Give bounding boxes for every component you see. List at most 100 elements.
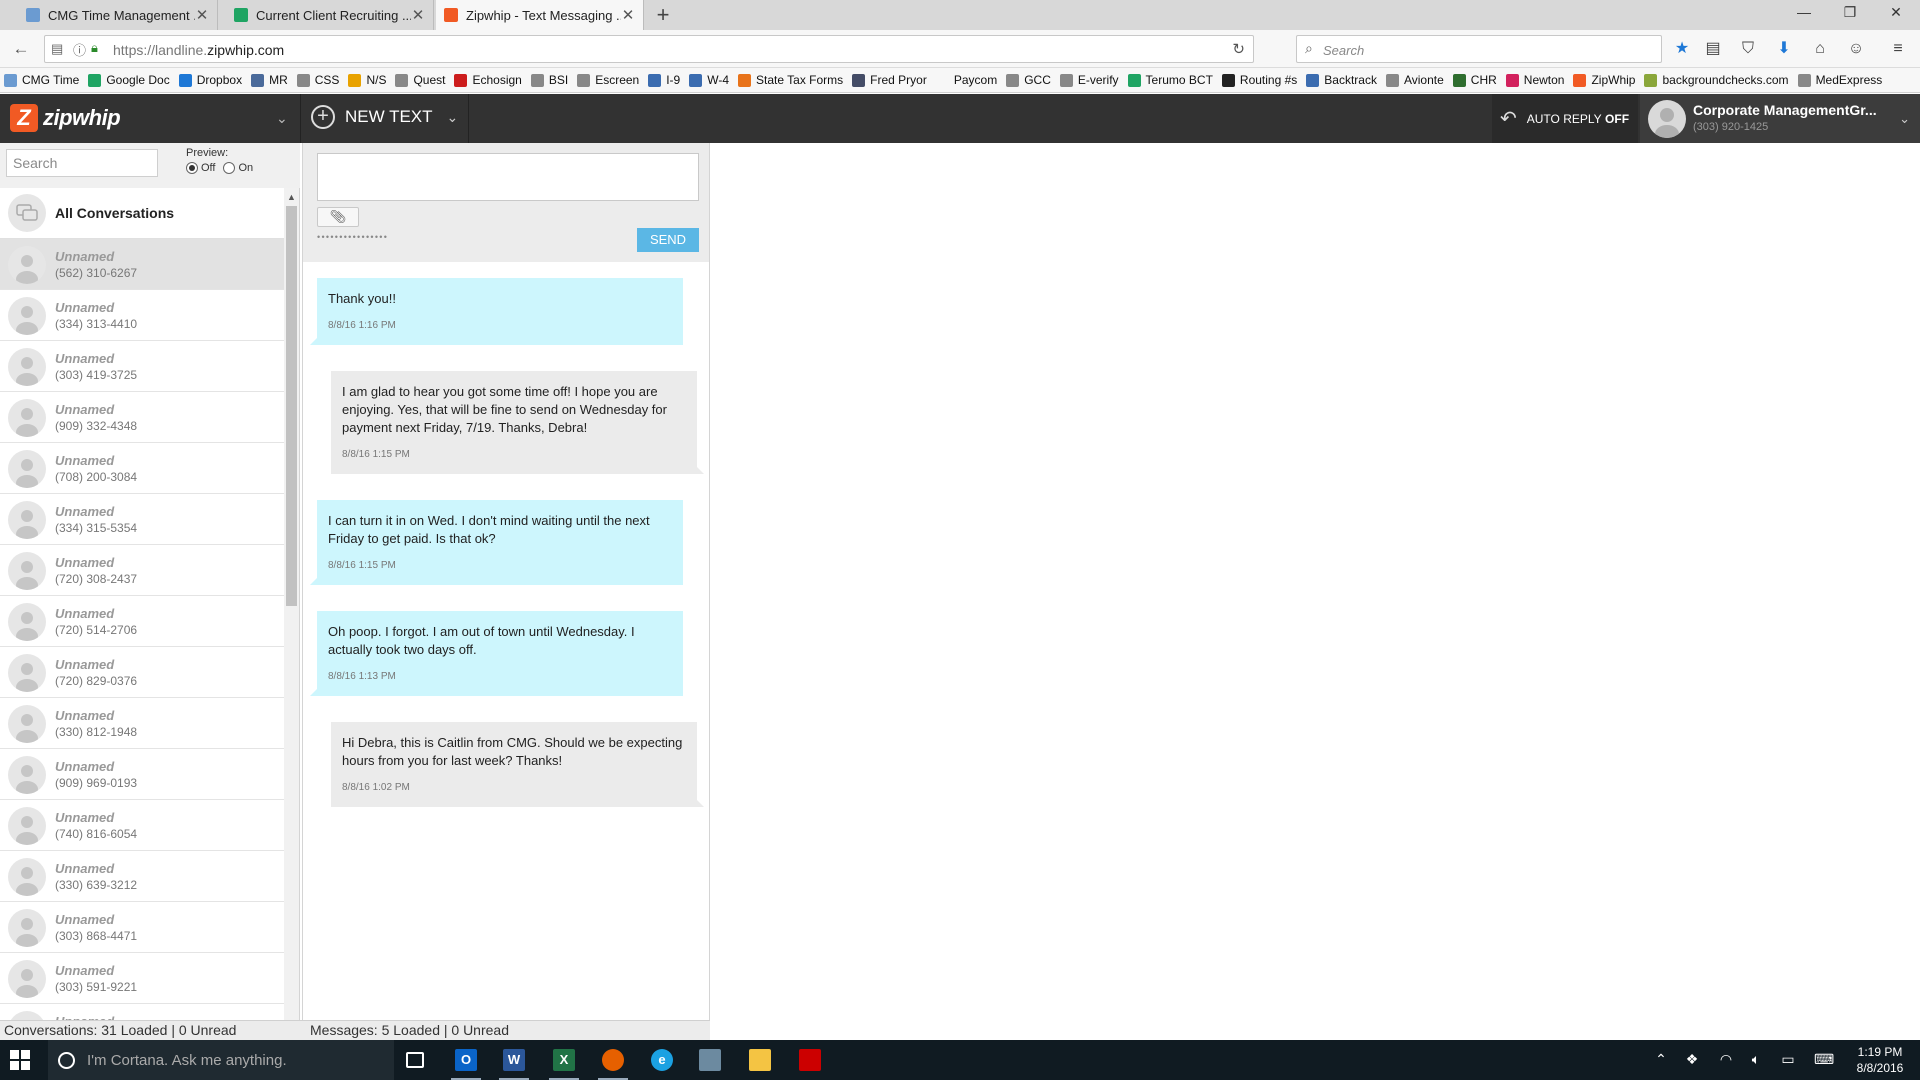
conversation-item[interactable]: Unnamed (740) 816-6054	[0, 800, 284, 851]
chevron-down-icon[interactable]: ⌄	[276, 110, 288, 127]
bookmark-item[interactable]: Routing #s	[1221, 73, 1297, 87]
notifications-icon[interactable]: ▭	[1778, 1051, 1798, 1068]
cortana-search[interactable]: I'm Cortana. Ask me anything.	[48, 1040, 394, 1080]
conversation-scrollbar[interactable]: ▲ ▼	[284, 188, 299, 1040]
account-menu[interactable]: Corporate ManagementGr... (303) 920-1425…	[1640, 94, 1920, 143]
bookmark-item[interactable]: Terumo BCT	[1127, 73, 1213, 87]
conversation-item[interactable]: Unnamed (720) 514-2706	[0, 596, 284, 647]
browser-search-box[interactable]: ⌕ Search	[1296, 35, 1662, 63]
conversation-item[interactable]: Unnamed (330) 812-1948	[0, 698, 284, 749]
tab-cmg-time[interactable]: CMG Time Management ... ✕	[18, 0, 218, 30]
conversation-item[interactable]: Unnamed (708) 200-3084	[0, 443, 284, 494]
bookmark-item[interactable]: GCC	[1006, 73, 1051, 87]
bookmark-item[interactable]: E-verify	[1059, 73, 1119, 87]
url-bar[interactable]: ▤ ⓘ 🔒︎ https://landline.zipwhip.com ↻	[44, 35, 1254, 63]
downloads-icon[interactable]: ⬇	[1774, 39, 1794, 59]
wifi-icon[interactable]: ◠	[1716, 1051, 1736, 1068]
message-input[interactable]	[317, 153, 699, 201]
all-conversations-item[interactable]: All Conversations	[0, 188, 284, 239]
bookmark-item[interactable]: State Tax Forms	[738, 73, 843, 87]
conversation-item[interactable]: Unnamed (330) 639-3212	[0, 851, 284, 902]
bookmark-item[interactable]: backgroundchecks.com	[1644, 73, 1789, 87]
volume-icon[interactable]: 🔈︎	[1746, 1051, 1766, 1068]
conversation-item[interactable]: Unnamed (720) 829-0376	[0, 647, 284, 698]
reading-list-icon[interactable]: ▤	[1703, 39, 1723, 59]
taskbar-clock[interactable]: 1:19 PM 8/8/2016	[1848, 1044, 1912, 1076]
excel-icon[interactable]: X	[549, 1046, 579, 1080]
ie-icon[interactable]: e	[647, 1046, 677, 1074]
message-text: Thank you!!	[328, 291, 396, 306]
conversation-item[interactable]: Unnamed (909) 332-4348	[0, 392, 284, 443]
preview-on-radio[interactable]	[223, 162, 236, 174]
home-icon[interactable]: ⌂	[1810, 39, 1830, 59]
close-window-icon[interactable]: ✕	[1886, 4, 1906, 21]
bookmark-item[interactable]: Google Doc	[88, 73, 170, 87]
conversation-search-input[interactable]	[6, 149, 158, 177]
scrollbar-thumb[interactable]	[286, 206, 297, 606]
bookmark-item[interactable]: Newton	[1505, 73, 1564, 87]
minimize-icon[interactable]: —	[1794, 4, 1814, 20]
user-icon	[16, 663, 38, 692]
bookmark-item[interactable]: MedExpress	[1797, 73, 1882, 87]
chat-icon[interactable]: ☺	[1846, 39, 1866, 59]
menu-icon[interactable]: ≡	[1888, 39, 1908, 59]
firefox-icon[interactable]	[598, 1046, 628, 1080]
bookmark-item[interactable]: Paycom	[935, 73, 997, 87]
new-text-button[interactable]: + NEW TEXT ⌄	[311, 105, 458, 129]
page-info-icon[interactable]: ▤	[51, 41, 63, 57]
info-icon[interactable]: ⓘ	[73, 40, 86, 59]
word-icon[interactable]: W	[499, 1046, 529, 1080]
bookmark-item[interactable]: Echosign	[454, 73, 522, 87]
tab-close-icon[interactable]: ✕	[411, 6, 425, 24]
conversation-item[interactable]: Unnamed (720) 308-2437	[0, 545, 284, 596]
tab-zipwhip[interactable]: Zipwhip - Text Messaging ... ✕	[436, 0, 644, 30]
tab-close-icon[interactable]: ✕	[195, 6, 209, 24]
back-icon[interactable]: ←	[10, 38, 32, 60]
bookmark-item[interactable]: Escreen	[577, 73, 639, 87]
send-button[interactable]: SEND	[637, 228, 699, 252]
bookmark-item[interactable]: Avionte	[1385, 73, 1444, 87]
tab-client-recruiting[interactable]: Current Client Recruiting ... ✕	[226, 0, 434, 30]
preview-off-radio[interactable]	[186, 162, 198, 174]
windows-start-icon[interactable]	[10, 1050, 30, 1070]
zipwhip-logo[interactable]: Z zipwhip	[10, 104, 121, 132]
dropbox-tray-icon[interactable]: ❖	[1682, 1051, 1702, 1068]
keyboard-icon[interactable]: ⌨	[1814, 1051, 1834, 1068]
reload-icon[interactable]: ↻	[1232, 40, 1245, 58]
pocket-icon[interactable]: ⛉	[1738, 39, 1758, 59]
outlook-icon[interactable]: O	[451, 1046, 481, 1080]
attach-button[interactable]: 📎︎	[317, 207, 359, 227]
bookmark-item[interactable]: ZipWhip	[1573, 73, 1635, 87]
ie-glyph: e	[651, 1049, 673, 1071]
bookmark-item[interactable]: CSS	[296, 73, 339, 87]
file-explorer-icon[interactable]	[745, 1046, 775, 1074]
bookmark-item[interactable]: Backtrack	[1306, 73, 1377, 87]
conversation-item[interactable]: Unnamed (334) 313-4410	[0, 290, 284, 341]
task-view-icon[interactable]	[400, 1046, 430, 1074]
conversation-item[interactable]: Unnamed (909) 969-0193	[0, 749, 284, 800]
bookmark-item[interactable]: MR	[251, 73, 288, 87]
bookmark-item[interactable]: N/S	[348, 73, 386, 87]
tool-icon[interactable]	[695, 1046, 725, 1074]
bookmark-item[interactable]: Dropbox	[178, 73, 242, 87]
bookmark-star-icon[interactable]: ★	[1672, 39, 1692, 59]
tray-expand-icon[interactable]: ⌃	[1651, 1051, 1671, 1068]
bookmark-item[interactable]: Fred Pryor	[852, 73, 927, 87]
bookmark-item[interactable]: CHR	[1452, 73, 1497, 87]
bookmark-item[interactable]: CMG Time	[4, 73, 79, 87]
bookmark-item[interactable]: I-9	[648, 73, 680, 87]
acrobat-icon[interactable]	[795, 1046, 825, 1074]
scroll-up-icon[interactable]: ▲	[287, 192, 296, 202]
bookmark-item[interactable]: BSI	[530, 73, 568, 87]
auto-reply-toggle[interactable]: ↶ AUTO REPLY OFF	[1492, 94, 1638, 143]
conversation-item[interactable]: Unnamed (334) 315-5354	[0, 494, 284, 545]
conversation-item[interactable]: Unnamed (303) 419-3725	[0, 341, 284, 392]
conversation-item[interactable]: Unnamed (303) 591-9221	[0, 953, 284, 1004]
conversation-item[interactable]: Unnamed (303) 868-4471	[0, 902, 284, 953]
bookmark-item[interactable]: Quest	[395, 73, 445, 87]
conversation-item[interactable]: Unnamed (562) 310-6267	[0, 239, 284, 290]
tab-close-icon[interactable]: ✕	[621, 6, 635, 24]
restore-icon[interactable]: ❐	[1840, 4, 1860, 21]
new-tab-button[interactable]: +	[652, 2, 674, 28]
bookmark-item[interactable]: W-4	[689, 73, 729, 87]
